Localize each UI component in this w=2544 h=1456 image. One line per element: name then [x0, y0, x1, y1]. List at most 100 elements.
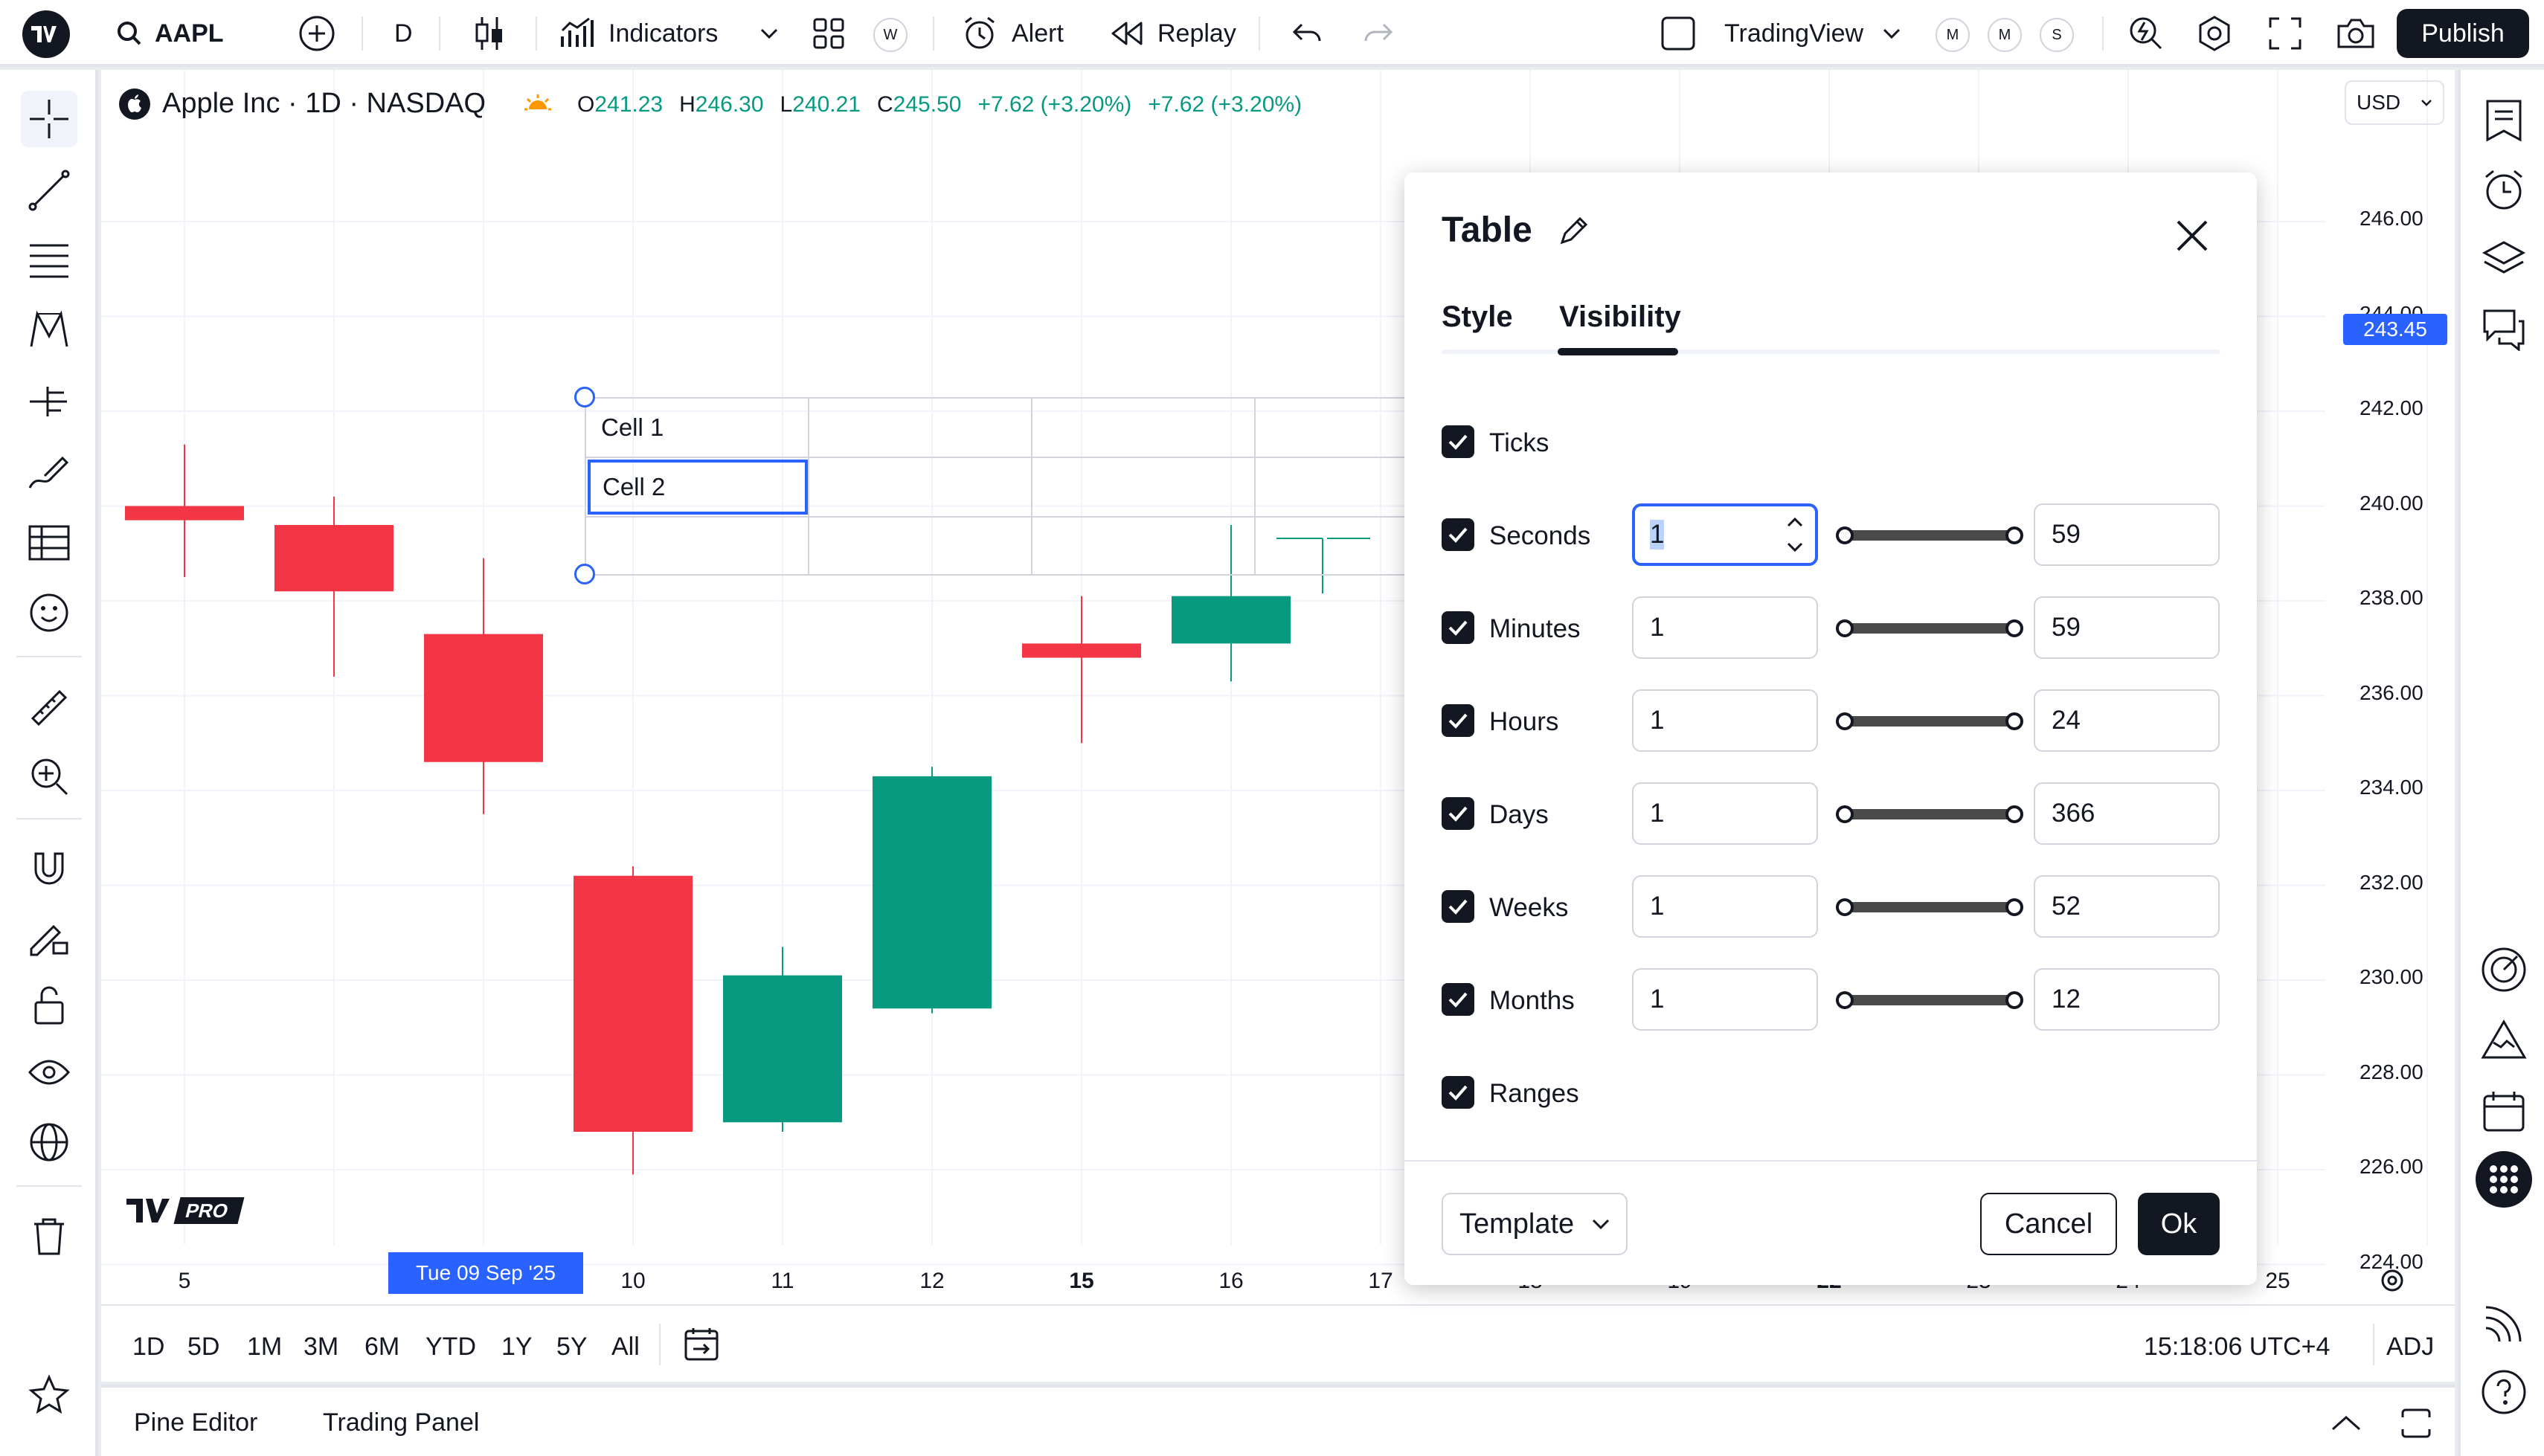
- seconds-range-slider[interactable]: [1836, 526, 2023, 545]
- days-checkbox[interactable]: [1442, 797, 1474, 830]
- table-drawing[interactable]: Cell 1 Cell 2: [585, 397, 1477, 576]
- months-from-input[interactable]: 1: [1632, 968, 1818, 1031]
- replay-button[interactable]: Replay: [1110, 0, 1236, 67]
- range-button-5d[interactable]: 5D: [187, 1333, 219, 1362]
- object-tree-button[interactable]: [2476, 232, 2532, 289]
- hours-range-slider[interactable]: [1836, 712, 2023, 731]
- indicators-dropdown[interactable]: [760, 0, 778, 67]
- tab-style[interactable]: Style: [1442, 300, 1513, 334]
- magnet-tool[interactable]: [21, 840, 77, 897]
- minutes-range-slider[interactable]: [1836, 619, 2023, 638]
- range-button-1m[interactable]: 1M: [247, 1333, 282, 1362]
- ticks-checkbox[interactable]: [1442, 425, 1474, 458]
- range-button-1d[interactable]: 1D: [132, 1333, 164, 1362]
- layout-s-button[interactable]: S: [2040, 18, 2074, 52]
- interval-button[interactable]: D: [394, 0, 413, 67]
- weeks-checkbox[interactable]: [1442, 890, 1474, 923]
- help-button[interactable]: [2476, 1364, 2532, 1420]
- screeners-button[interactable]: [2476, 941, 2532, 998]
- seconds-to-input[interactable]: 59: [2034, 503, 2220, 566]
- weeks-from-input[interactable]: 1: [1632, 875, 1818, 938]
- range-button-ytd[interactable]: YTD: [425, 1333, 476, 1362]
- seconds-from-input[interactable]: 1: [1632, 503, 1818, 566]
- seconds-checkbox[interactable]: [1442, 518, 1474, 551]
- fib-tool[interactable]: [21, 231, 77, 287]
- stepper-arrows-icon[interactable]: [1785, 514, 1805, 555]
- watchlist-button[interactable]: [2476, 92, 2532, 149]
- hide-drawings-tool[interactable]: [21, 1046, 77, 1102]
- pencil-icon[interactable]: [1558, 214, 1590, 247]
- minutes-checkbox[interactable]: [1442, 611, 1474, 644]
- table-cell-2[interactable]: Cell 2: [588, 460, 808, 515]
- watch-w-button[interactable]: W: [873, 18, 908, 52]
- dialog-close-button[interactable]: [2174, 217, 2211, 254]
- compare-add-symbol-button[interactable]: [298, 0, 336, 67]
- publish-button[interactable]: Publish: [2397, 9, 2529, 58]
- layout-m-button-2[interactable]: M: [1988, 18, 2022, 52]
- adjustment-toggle[interactable]: ADJ: [2386, 1333, 2434, 1362]
- table-cell-1[interactable]: Cell 1: [586, 399, 808, 457]
- signals-button[interactable]: [2476, 1295, 2532, 1352]
- layout-m-button-1[interactable]: M: [1936, 18, 1970, 52]
- days-range-slider[interactable]: [1836, 805, 2023, 824]
- table-resize-handle-tl[interactable]: [574, 387, 595, 408]
- measure-tool[interactable]: [21, 680, 77, 736]
- range-button-1y[interactable]: 1Y: [501, 1333, 533, 1362]
- favorites-tool[interactable]: [21, 1367, 77, 1423]
- products-button[interactable]: [2476, 1151, 2532, 1208]
- chats-button[interactable]: [2476, 300, 2532, 357]
- ranges-checkbox[interactable]: [1442, 1076, 1474, 1109]
- range-button-5y[interactable]: 5Y: [556, 1333, 588, 1362]
- crosshair-tool[interactable]: [21, 91, 77, 147]
- tab-visibility[interactable]: Visibility: [1559, 300, 1681, 334]
- currency-select[interactable]: USD: [2345, 80, 2444, 125]
- zoom-tool[interactable]: [21, 748, 77, 805]
- emoji-tool[interactable]: [21, 584, 77, 641]
- hours-from-input[interactable]: 1: [1632, 689, 1818, 752]
- prediction-tool[interactable]: [21, 373, 77, 430]
- chart-type-button[interactable]: [473, 0, 506, 67]
- range-button-6m[interactable]: 6M: [364, 1333, 399, 1362]
- alert-button[interactable]: Alert: [961, 0, 1064, 67]
- hours-to-input[interactable]: 24: [2034, 689, 2220, 752]
- tab-pine-editor[interactable]: Pine Editor: [134, 1408, 257, 1437]
- months-range-slider[interactable]: [1836, 990, 2023, 1010]
- snapshot-button[interactable]: [2336, 0, 2376, 67]
- tradingview-logo-icon[interactable]: [22, 10, 70, 58]
- show-objects-tool[interactable]: [21, 1114, 77, 1170]
- days-from-input[interactable]: 1: [1632, 782, 1818, 845]
- hours-checkbox[interactable]: [1442, 704, 1474, 737]
- weeks-to-input[interactable]: 52: [2034, 875, 2220, 938]
- trend-line-tool[interactable]: [21, 162, 77, 219]
- fullscreen-button[interactable]: [2269, 0, 2302, 67]
- pattern-tool[interactable]: [21, 302, 77, 358]
- axis-settings-button[interactable]: [2379, 1267, 2406, 1294]
- layout-select-button[interactable]: [1660, 0, 1696, 67]
- minutes-from-input[interactable]: 1: [1632, 596, 1818, 659]
- redo-button[interactable]: [1363, 0, 1394, 67]
- text-table-tool[interactable]: [21, 515, 77, 571]
- ok-button[interactable]: Ok: [2138, 1193, 2220, 1255]
- symbol-legend[interactable]: Apple Inc · 1D · NASDAQ: [119, 88, 553, 120]
- range-button-all[interactable]: All: [611, 1333, 640, 1362]
- remove-drawings-tool[interactable]: [21, 1208, 77, 1264]
- lock-drawings-tool[interactable]: [21, 977, 77, 1034]
- stay-in-drawing-mode-tool[interactable]: [21, 909, 77, 965]
- alerts-button[interactable]: [2476, 162, 2532, 219]
- quick-search-button[interactable]: [2127, 0, 2165, 67]
- undo-button[interactable]: [1291, 0, 1323, 67]
- minutes-to-input[interactable]: 59: [2034, 596, 2220, 659]
- ideas-button[interactable]: [2476, 1011, 2532, 1068]
- templates-button[interactable]: [812, 0, 845, 67]
- range-button-3m[interactable]: 3M: [303, 1333, 338, 1362]
- calendar-button[interactable]: [2476, 1083, 2532, 1139]
- symbol-search-button[interactable]: AAPL: [115, 0, 224, 67]
- template-select[interactable]: Template: [1442, 1193, 1628, 1255]
- indicators-button[interactable]: Indicators: [559, 0, 718, 67]
- months-checkbox[interactable]: [1442, 983, 1474, 1016]
- panel-maximize-button[interactable]: [2400, 1407, 2432, 1440]
- cancel-button[interactable]: Cancel: [1980, 1193, 2117, 1255]
- panel-collapse-button[interactable]: [2330, 1414, 2362, 1432]
- layout-name-button[interactable]: TradingView: [1724, 0, 1901, 67]
- months-to-input[interactable]: 12: [2034, 968, 2220, 1031]
